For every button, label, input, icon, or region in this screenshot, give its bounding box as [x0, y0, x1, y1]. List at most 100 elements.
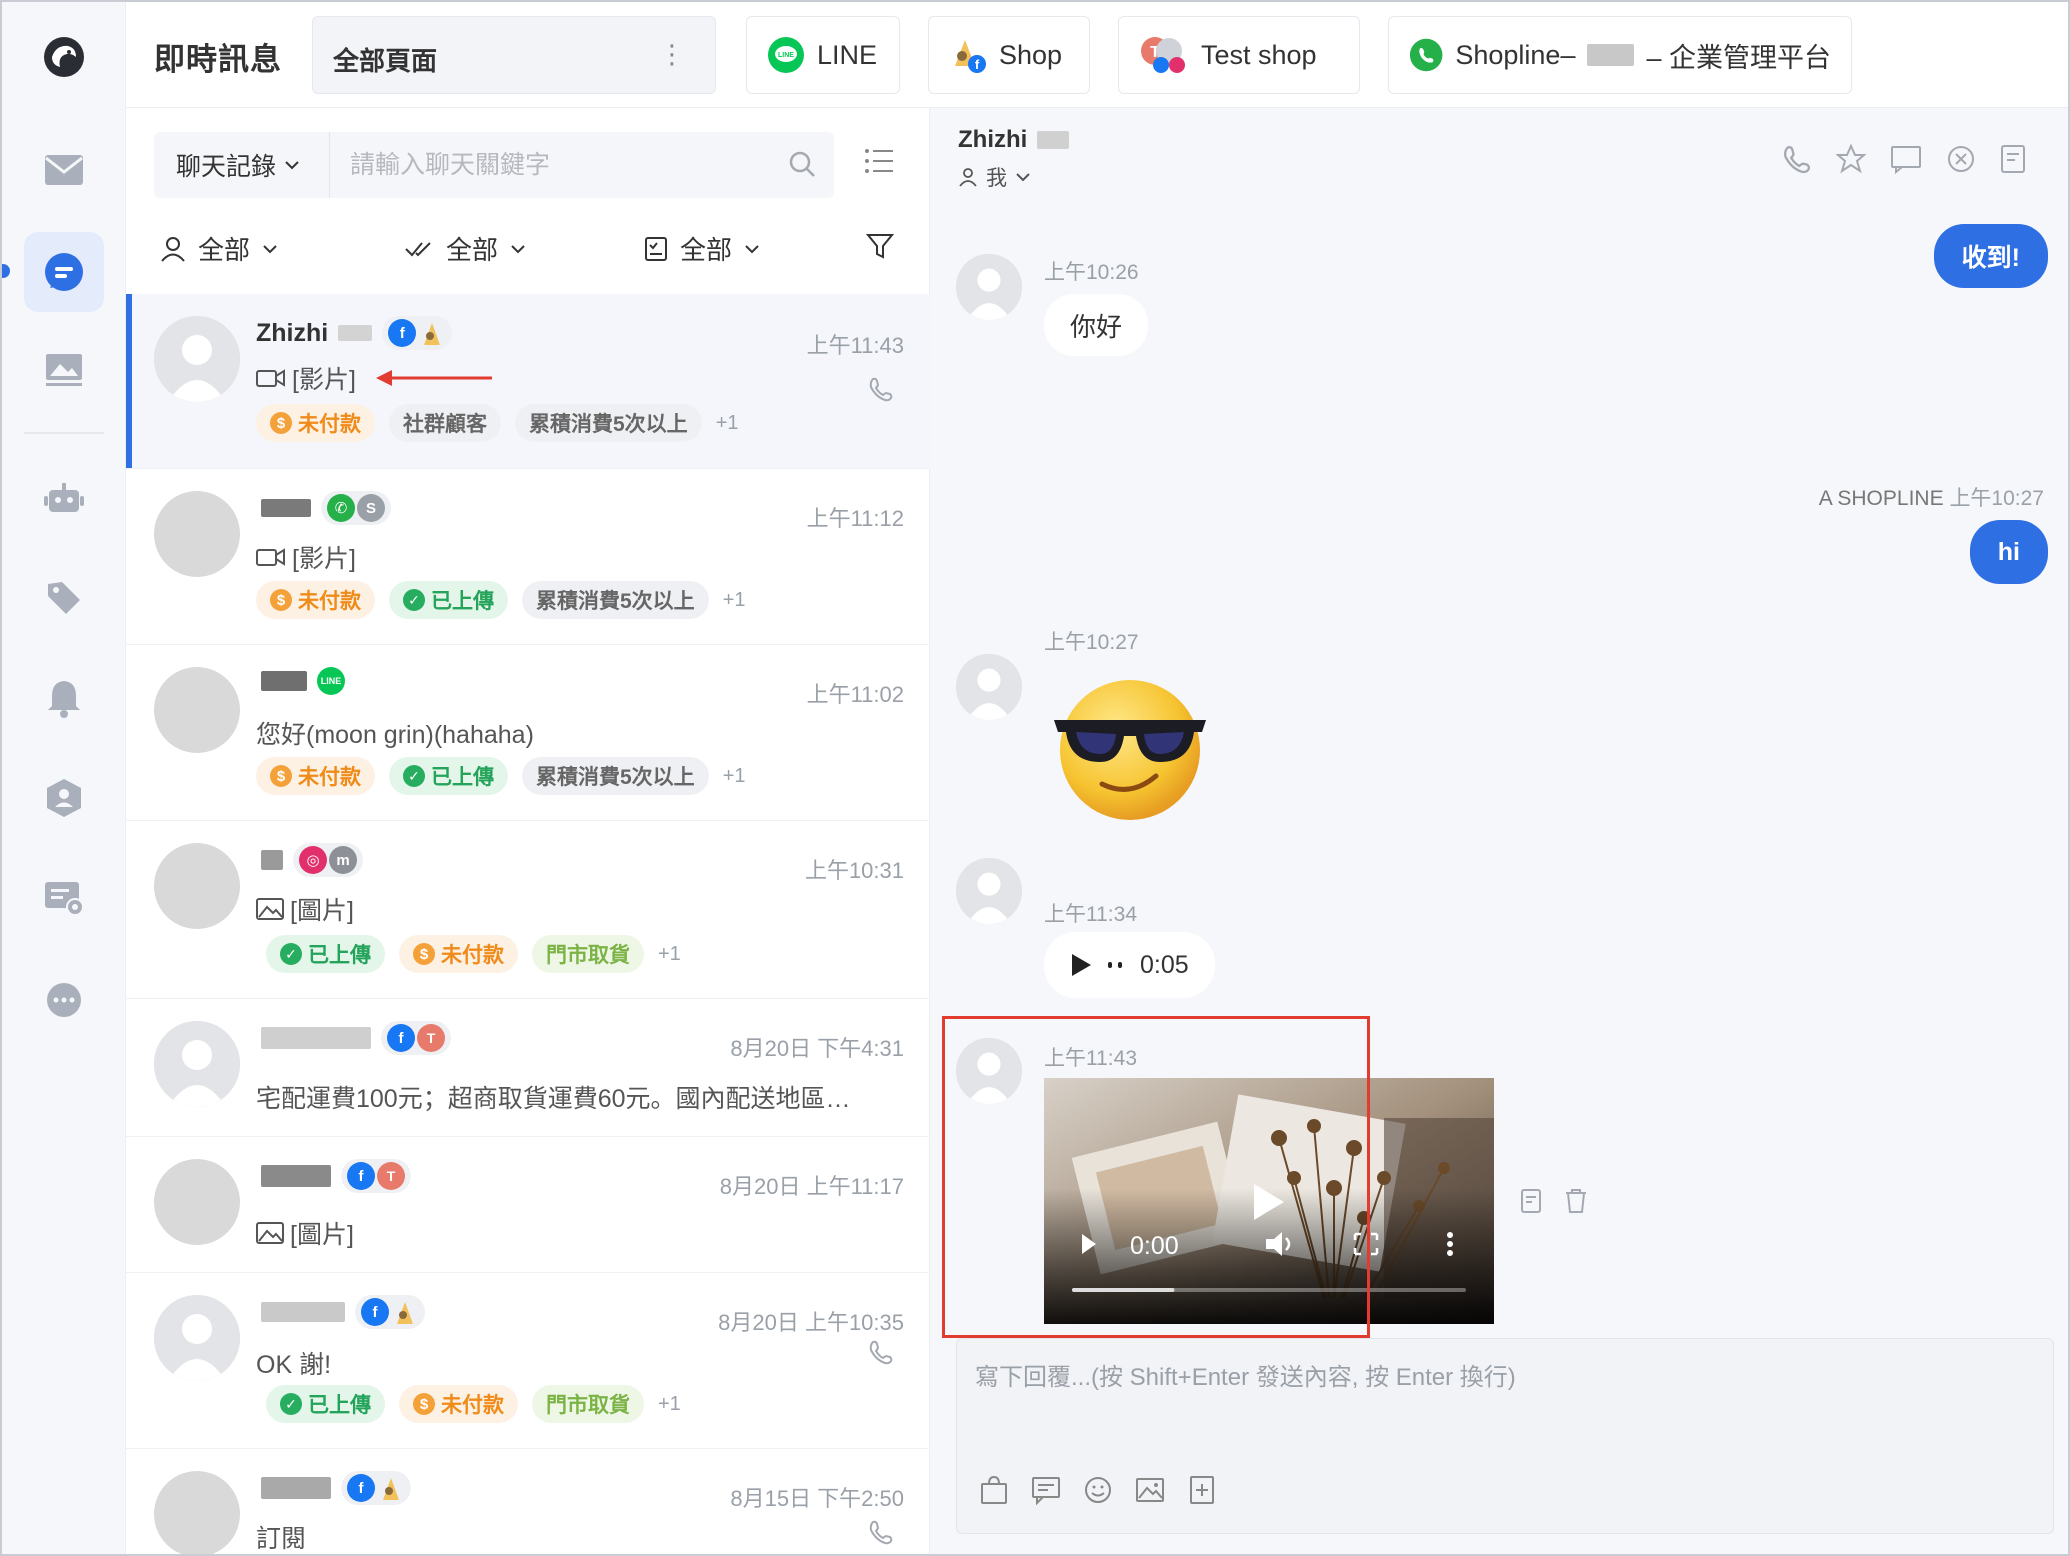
robot-icon	[44, 483, 84, 512]
facebook-icon: f	[347, 1162, 375, 1190]
left-rail	[2, 2, 126, 1554]
channel-tab-line[interactable]: LINE LINE	[746, 16, 900, 94]
tag-social-customer: 社群顧客	[389, 404, 501, 442]
more-nav[interactable]	[24, 960, 104, 1040]
redacted-name	[261, 671, 307, 691]
block-icon[interactable]	[1946, 144, 1976, 174]
message-time: 上午10:27	[1044, 631, 1139, 654]
note-icon[interactable]	[1520, 1188, 1544, 1214]
conversation-item[interactable]: f T 8月20日 上午11:17 [圖片]	[126, 1137, 930, 1273]
whatsapp-icon: ✆	[327, 494, 355, 522]
voice-message[interactable]: 0:05	[1044, 932, 1215, 998]
tag-uploaded: ✓ 已上傳	[266, 1385, 385, 1423]
channel-tab-label: LINE	[817, 39, 878, 70]
conversation-item[interactable]: Zhizhi f 上午11:43 [影片] $ 未付款 社群顧客 累積消費5次以上…	[126, 294, 930, 469]
media-nav[interactable]	[24, 330, 104, 410]
conversation-item[interactable]: LINE 上午11:02 您好(moon grin)(hahaha) $ 未付款 …	[126, 645, 930, 821]
conversation-item[interactable]: f 8月20日 上午10:35 OK 謝! ✓ 已上傳 $ 未付款 門市取貨 +1	[126, 1273, 930, 1449]
more-tags-count[interactable]: +1	[723, 589, 746, 612]
double-check-icon	[405, 241, 431, 256]
list-view-icon[interactable]	[864, 148, 894, 174]
channel-badges: ◎ m	[293, 843, 363, 877]
contact-name-row: f	[261, 1295, 425, 1329]
facebook-icon: f	[361, 1298, 389, 1326]
channel-tab-test-shop[interactable]: T Test shop	[1118, 16, 1360, 94]
customers-nav[interactable]	[24, 758, 104, 838]
phone-icon[interactable]	[1782, 144, 1812, 174]
app-logo-icon[interactable]	[42, 35, 86, 79]
preview-text: 宅配運費100元；超商取貨運費60元。國內配送地區…	[256, 1085, 851, 1113]
top-bar: 即時訊息 全部頁面 ⋮ LINE LINE f Shop T Test shop…	[126, 2, 2068, 108]
check-icon: ✓	[403, 589, 425, 611]
more-tags-count[interactable]: +1	[658, 943, 681, 966]
message-actions	[1520, 1188, 1588, 1214]
more-tags-count[interactable]: +1	[723, 765, 746, 788]
notifications-nav[interactable]	[24, 658, 104, 738]
inbox-nav[interactable]	[24, 130, 104, 210]
dollar-icon: $	[270, 765, 292, 787]
status-filter[interactable]: 全部	[644, 230, 760, 267]
preview-text: OK 謝!	[256, 1351, 332, 1379]
tag-purchase-count: 累積消費5次以上	[522, 757, 709, 795]
preview-text: [影片]	[292, 545, 356, 573]
channel-tab-shopline-whatsapp[interactable]: Shopline– – 企業管理平台	[1388, 16, 1852, 94]
channel-badges: f T	[381, 1021, 451, 1055]
emoji-icon[interactable]	[1083, 1475, 1113, 1505]
play-icon[interactable]	[1070, 953, 1092, 977]
assignee-label: 我	[986, 167, 1007, 190]
tag-list: ✓ 已上傳 $ 未付款 門市取貨 +1	[266, 1385, 681, 1423]
default-avatar-icon	[956, 254, 1022, 320]
conversation-time: 上午11:12	[806, 506, 904, 531]
default-avatar-icon	[154, 1021, 240, 1107]
channel-tab-label: Shop	[999, 39, 1063, 70]
funnel-filter-icon[interactable]	[866, 232, 894, 260]
page-selector[interactable]: 全部頁面 ⋮	[312, 16, 716, 94]
phone-icon[interactable]	[868, 1519, 894, 1545]
messages-nav[interactable]	[24, 232, 104, 312]
phone-icon[interactable]	[868, 1339, 894, 1365]
tags-nav[interactable]	[24, 558, 104, 638]
conversation-time: 8月20日 上午11:17	[719, 1174, 904, 1199]
search-input[interactable]	[334, 132, 774, 198]
conversation-item[interactable]: f T 8月20日 下午4:31 宅配運費100元；超商取貨運費60元。國內配送…	[126, 999, 930, 1137]
trash-icon[interactable]	[1564, 1188, 1588, 1214]
search-icon[interactable]	[788, 150, 816, 178]
reply-input[interactable]	[957, 1339, 2053, 1449]
channel-tab-shop[interactable]: f Shop	[928, 16, 1090, 94]
image-gallery-icon	[46, 354, 82, 386]
mail-icon	[45, 155, 83, 185]
message-settings-icon	[45, 882, 84, 916]
read-status-filter[interactable]: 全部	[404, 230, 526, 267]
shopping-bag-icon[interactable]	[979, 1475, 1009, 1505]
chevron-down-icon	[745, 244, 759, 253]
comment-icon[interactable]	[1890, 144, 1922, 174]
dollar-icon: $	[270, 589, 292, 611]
more-tags-count[interactable]: +1	[716, 412, 739, 435]
contact-avatar	[956, 654, 1022, 720]
search-mode-dropdown[interactable]: 聊天記錄	[154, 132, 330, 198]
assignee-filter[interactable]: 全部	[160, 230, 278, 267]
add-attachment-icon[interactable]	[1187, 1475, 1217, 1505]
more-tags-count[interactable]: +1	[658, 1393, 681, 1416]
order-note-icon[interactable]	[2000, 144, 2028, 174]
broadcast-settings-nav[interactable]	[24, 858, 104, 938]
conversation-time: 上午11:02	[806, 682, 904, 707]
person-icon	[959, 168, 977, 187]
conversation-item[interactable]: ✆ S 上午11:12 [影片] $ 未付款 ✓ 已上傳 累積消費5次以上 +1	[126, 469, 930, 645]
star-icon[interactable]	[1836, 144, 1866, 174]
image-upload-icon[interactable]	[1135, 1475, 1165, 1505]
preview-text: [圖片]	[290, 897, 354, 925]
user-shield-icon	[47, 779, 81, 817]
phone-icon[interactable]	[868, 376, 894, 402]
assignee-dropdown[interactable]: 我	[958, 162, 1031, 192]
message-preview: [影片]	[256, 360, 494, 396]
chat-header: Zhizhi 我	[930, 108, 2068, 214]
avatar	[154, 667, 240, 753]
conversation-item[interactable]: ◎ m 上午10:31 [圖片] ✓ 已上傳 $ 未付款 門市取貨 +1	[126, 821, 930, 999]
redacted-name	[261, 1302, 345, 1322]
quick-reply-icon[interactable]	[1031, 1475, 1061, 1505]
kebab-menu-icon[interactable]: ⋮	[659, 41, 685, 67]
conversation-item[interactable]: f 8月15日 下午2:50 訂閱	[126, 1449, 930, 1554]
bot-nav[interactable]	[24, 458, 104, 538]
video-message[interactable]: 0:00	[1044, 1078, 1494, 1324]
